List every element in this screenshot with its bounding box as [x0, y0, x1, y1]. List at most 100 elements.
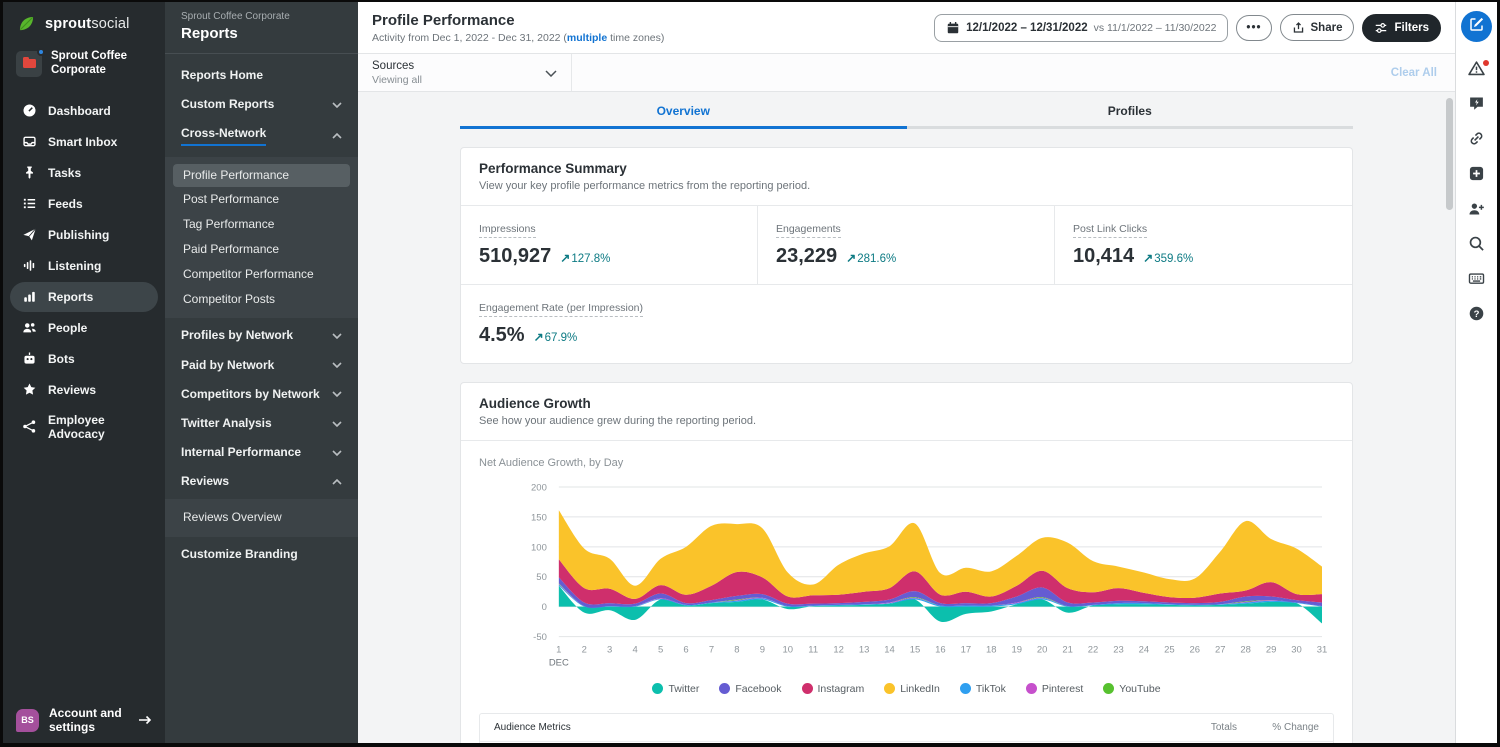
audience-growth-title: Audience Growth — [479, 396, 1334, 411]
reports-nav-cross-network[interactable]: Cross-Network — [165, 119, 358, 153]
svg-text:1: 1 — [556, 645, 561, 656]
reports-nav-paid-by-network[interactable]: Paid by Network — [165, 351, 358, 380]
reports-nav-item-profile-performance[interactable]: Profile Performance — [173, 164, 350, 188]
reports-sidebar: Sprout Coffee Corporate Reports Reports … — [165, 2, 358, 743]
table-header-row: Audience MetricsTotals% Change — [480, 714, 1333, 742]
account-and-settings[interactable]: BS Account and settings — [3, 697, 165, 743]
share-icon — [1292, 21, 1305, 34]
legend-linkedin[interactable]: LinkedIn — [884, 683, 940, 695]
legend-facebook[interactable]: Facebook — [719, 683, 781, 695]
tab-profiles[interactable]: Profiles — [907, 97, 1354, 129]
main-content: Profile Performance Activity from Dec 1,… — [358, 2, 1455, 743]
metric-label[interactable]: Engagement Rate (per Impression) — [479, 302, 643, 317]
reports-nav-reports-home[interactable]: Reports Home — [165, 61, 358, 90]
tab-overview[interactable]: Overview — [460, 97, 907, 129]
reports-nav-label: Paid by Network — [181, 359, 274, 372]
legend-tiktok[interactable]: TikTok — [960, 683, 1006, 695]
sources-dropdown[interactable]: Sources Viewing all — [372, 54, 572, 91]
invite-people-button[interactable] — [1468, 202, 1486, 220]
metric-label[interactable]: Post Link Clicks — [1073, 223, 1147, 238]
compose-button[interactable] — [1461, 11, 1492, 42]
legend-twitter[interactable]: Twitter — [652, 683, 699, 695]
legend-youtube[interactable]: YouTube — [1103, 683, 1160, 695]
reports-nav-label: Custom Reports — [181, 98, 274, 111]
more-options-button[interactable]: ••• — [1236, 15, 1271, 41]
vertical-scrollbar[interactable] — [1446, 98, 1453, 210]
svg-text:2: 2 — [582, 645, 587, 656]
sidebar-item-tasks[interactable]: Tasks — [10, 158, 158, 188]
reports-nav-item-tag-performance[interactable]: Tag Performance — [173, 213, 350, 237]
reports-nav-custom-reports[interactable]: Custom Reports — [165, 90, 358, 119]
svg-text:3: 3 — [607, 645, 612, 656]
filters-button[interactable]: Filters — [1362, 14, 1441, 42]
svg-text:25: 25 — [1164, 645, 1175, 656]
reports-nav-item-competitor-performance[interactable]: Competitor Performance — [173, 263, 350, 287]
svg-text:24: 24 — [1139, 645, 1150, 656]
sidebar-item-publishing[interactable]: Publishing — [10, 220, 158, 250]
clear-all-button[interactable]: Clear All — [1391, 67, 1455, 79]
sidebar-item-feeds[interactable]: Feeds — [10, 189, 158, 219]
metric-label[interactable]: Impressions — [479, 223, 536, 238]
sidebar-item-reviews[interactable]: Reviews — [10, 375, 158, 405]
svg-text:17: 17 — [961, 645, 972, 656]
legend-pinterest[interactable]: Pinterest — [1026, 683, 1083, 695]
keyboard-icon — [1468, 270, 1485, 292]
reports-nav-item-reviews-overview[interactable]: Reviews Overview — [173, 506, 350, 530]
reports-account-eyebrow: Sprout Coffee Corporate — [181, 11, 342, 22]
performance-summary-card: Performance Summary View your key profil… — [460, 147, 1353, 364]
chart-area: Net Audience Growth, by Day 200150100500… — [461, 441, 1352, 707]
reports-nav-item-paid-performance[interactable]: Paid Performance — [173, 238, 350, 262]
reports-nav-internal-performance[interactable]: Internal Performance — [165, 438, 358, 467]
sidebar-item-people[interactable]: People — [10, 313, 158, 343]
add-widget-button[interactable] — [1468, 167, 1486, 185]
chart-legend: Twitter Facebook Instagram LinkedIn TikTok Pi… — [479, 679, 1334, 707]
sidebar-item-smart-inbox[interactable]: Smart Inbox — [10, 127, 158, 157]
reports-nav-competitors-by-network[interactable]: Competitors by Network — [165, 380, 358, 409]
net-audience-growth-chart[interactable]: 200150100500-501234567891011121314151617… — [479, 471, 1334, 679]
star-icon — [21, 382, 37, 398]
sprout-logo[interactable]: sproutsocial — [3, 2, 165, 40]
reports-nav-profiles-by-network[interactable]: Profiles by Network — [165, 321, 358, 350]
bar-chart-icon — [21, 289, 37, 305]
invite-people-icon — [1468, 200, 1485, 222]
reports-nav-customize-branding[interactable]: Customize Branding — [165, 540, 358, 569]
page-title: Profile Performance — [372, 12, 664, 29]
sidebar-item-listening[interactable]: Listening — [10, 251, 158, 281]
svg-text:18: 18 — [986, 645, 997, 656]
multiple-timezones-link[interactable]: multiple — [567, 32, 607, 44]
sidebar-item-bots[interactable]: Bots — [10, 344, 158, 374]
help-button[interactable]: ? — [1468, 307, 1486, 325]
reports-nav-twitter-analysis[interactable]: Twitter Analysis — [165, 409, 358, 438]
sidebar-item-reports[interactable]: Reports — [10, 282, 158, 312]
alert-triangle-button[interactable] — [1468, 62, 1486, 80]
sidebar-item-label: Publishing — [48, 228, 109, 242]
main-nav-items: DashboardSmart InboxTasksFeeds Publishing… — [3, 90, 165, 454]
sidebar-item-label: People — [48, 321, 87, 335]
account-switcher[interactable]: Sprout Coffee Corporate — [3, 40, 165, 90]
col-totals: Totals — [1117, 722, 1237, 733]
share-button[interactable]: Share — [1280, 14, 1355, 41]
svg-text:9: 9 — [760, 645, 765, 656]
metric-label[interactable]: Engagements — [776, 223, 841, 238]
sidebar-item-dashboard[interactable]: Dashboard — [10, 96, 158, 126]
legend-instagram[interactable]: Instagram — [802, 683, 865, 695]
legend-dot-youtube — [1103, 683, 1114, 694]
sidebar-item-label: Reviews — [48, 383, 96, 397]
alert-badge — [1483, 60, 1489, 66]
keyboard-button[interactable] — [1468, 272, 1486, 290]
date-range-button[interactable]: 12/1/2022 – 12/31/2022 vs 11/1/2022 – 11… — [934, 14, 1228, 42]
sidebar-item-employee-advocacy[interactable]: Employee Advocacy — [10, 406, 158, 448]
reports-nav-reviews[interactable]: Reviews — [165, 467, 358, 496]
reports-nav-item-competitor-posts[interactable]: Competitor Posts — [173, 288, 350, 312]
search-button[interactable] — [1468, 237, 1486, 255]
link-button[interactable] — [1468, 132, 1486, 150]
metric-value: 10,414↗359.6% — [1073, 245, 1334, 268]
tabs: OverviewProfiles — [460, 97, 1353, 129]
add-widget-icon — [1468, 165, 1485, 187]
feedback-bubble-button[interactable] — [1468, 97, 1486, 115]
svg-text:15: 15 — [910, 645, 921, 656]
account-name: Sprout Coffee Corporate — [51, 50, 152, 78]
table-row-total-audience: Total Audience351,869↗0.7% — [480, 742, 1333, 744]
performance-summary-title: Performance Summary — [479, 161, 1334, 176]
reports-nav-item-post-performance[interactable]: Post Performance — [173, 188, 350, 212]
